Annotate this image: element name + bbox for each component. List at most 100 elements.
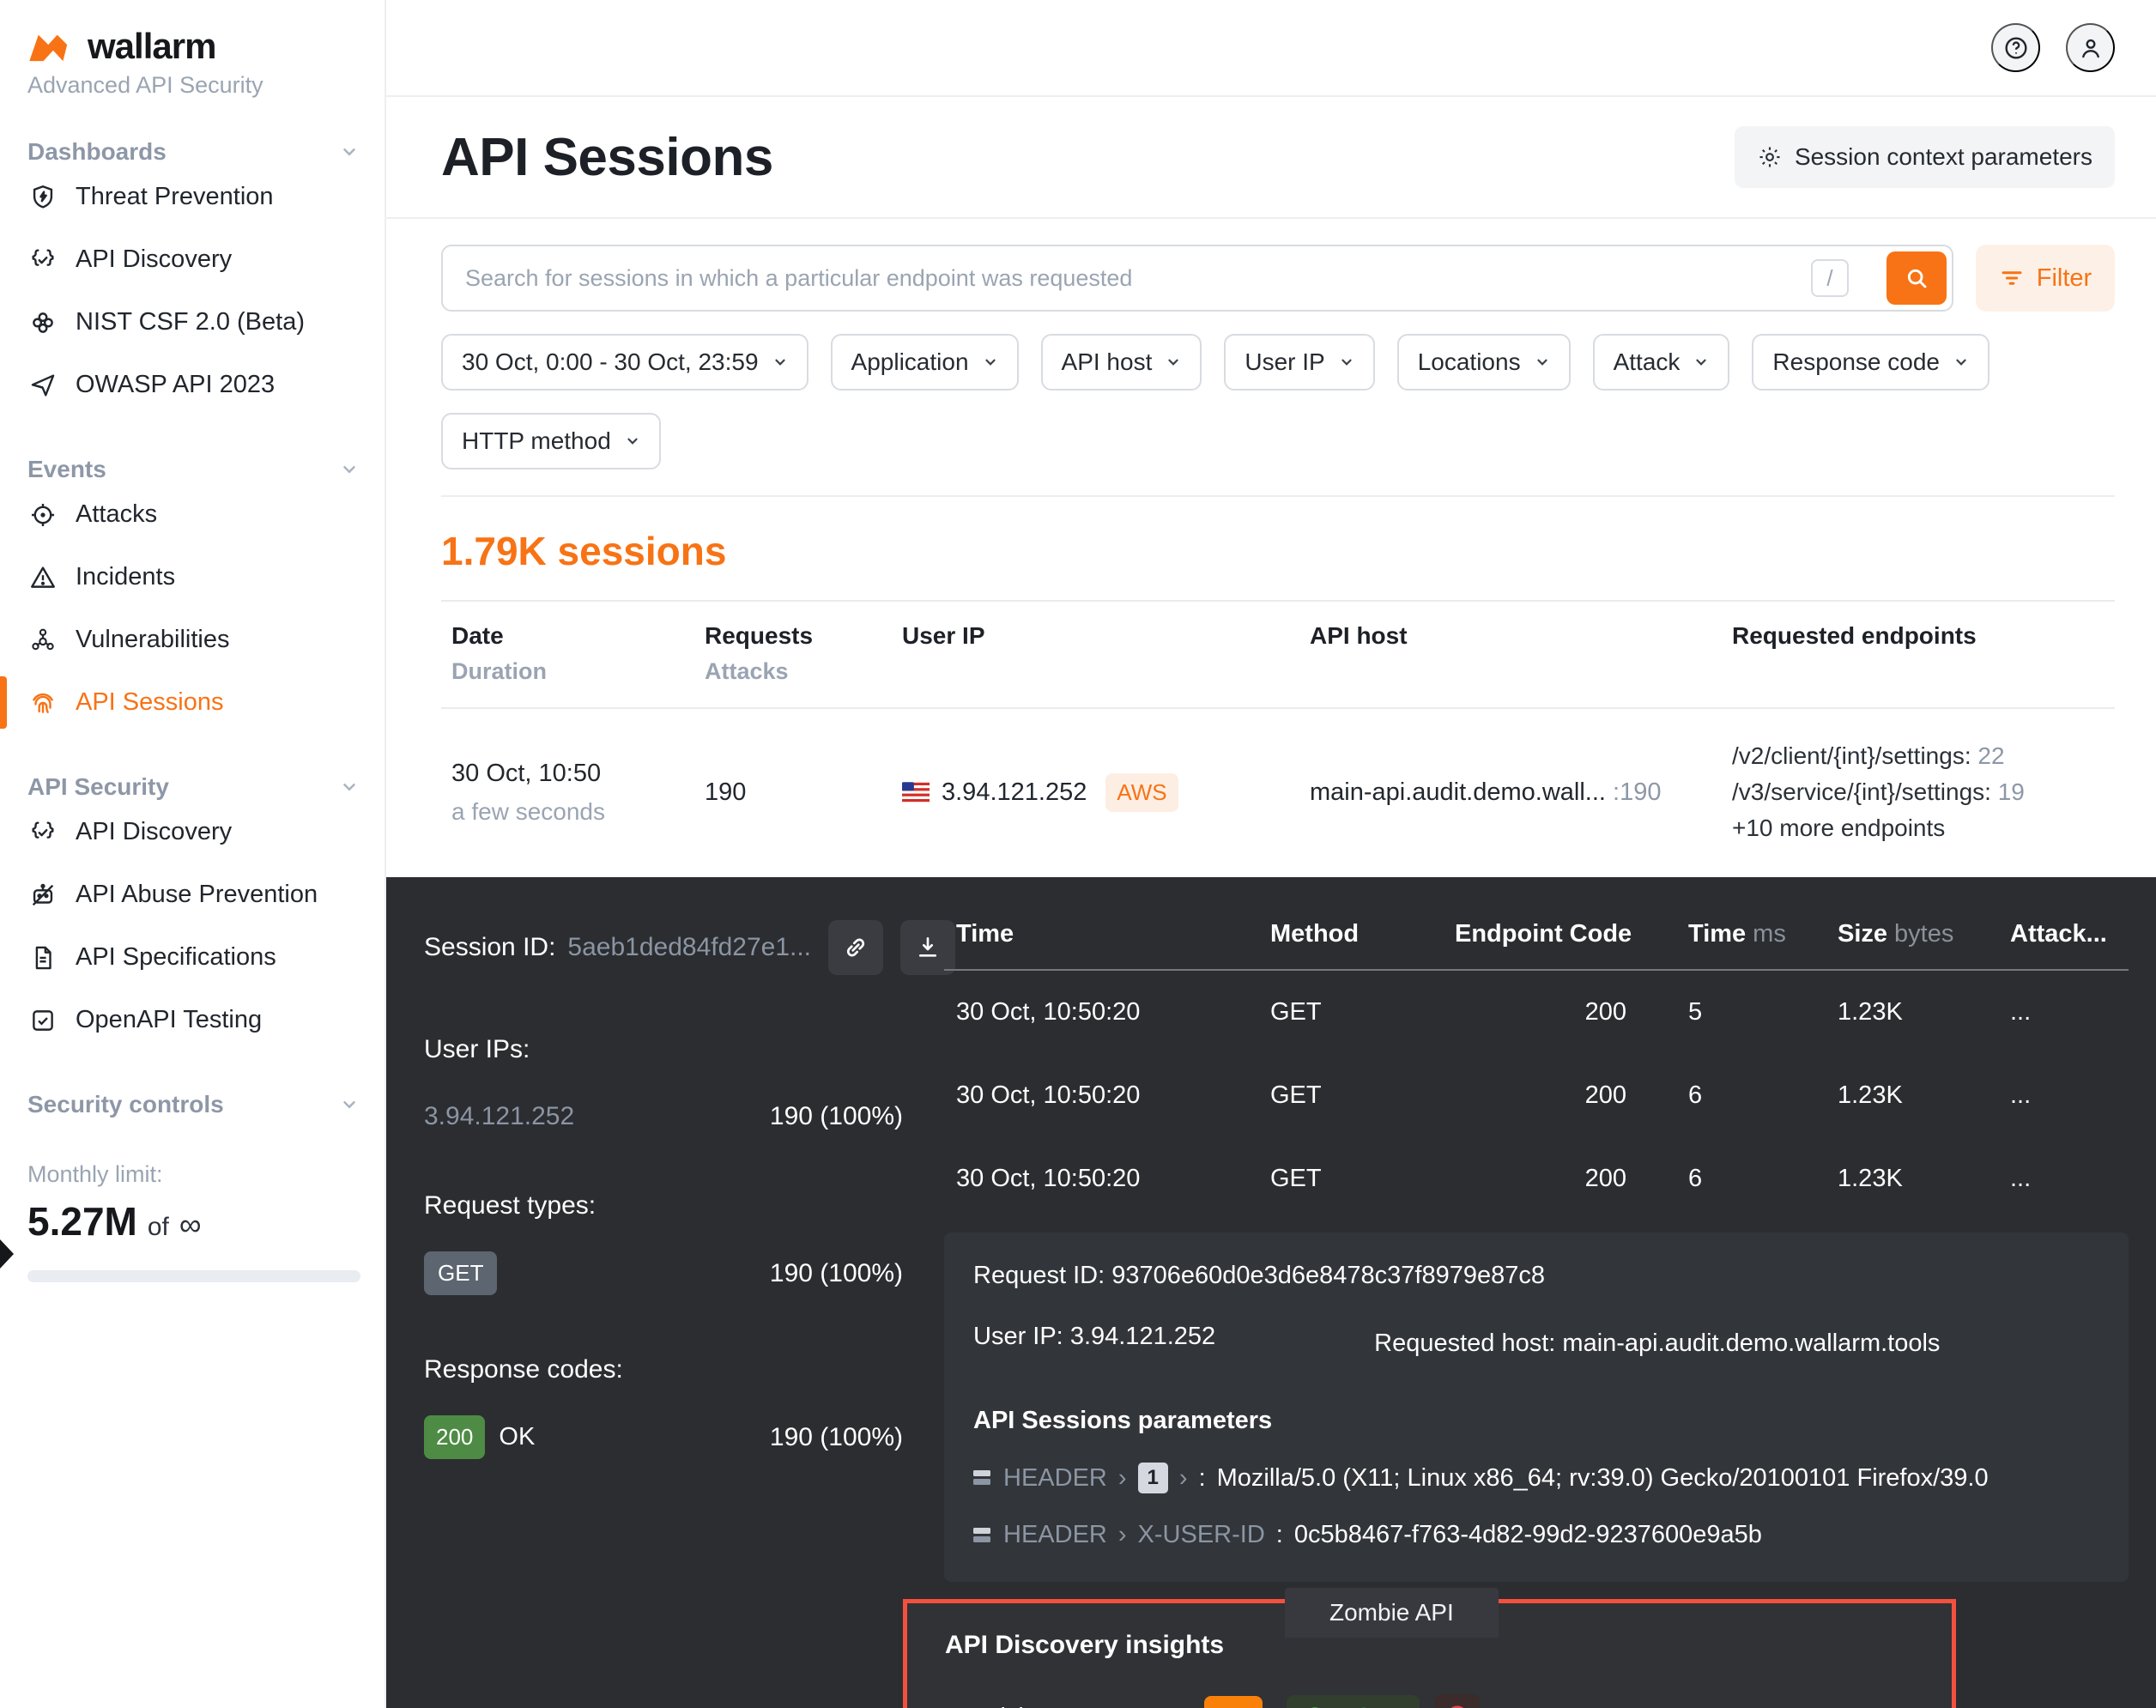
sidebar-section-events[interactable]: Events [27,456,364,483]
col-date: Date [451,622,504,649]
monthly-limit-value: 5.27M [27,1199,137,1244]
sidebar-item-incidents[interactable]: Incidents [27,546,364,609]
zombie-api-risk-button[interactable] [1434,1694,1480,1708]
bola-badge[interactable]: BOLA [1286,1694,1420,1708]
method-badge: GET [424,1251,498,1295]
col-api-host: API host [1310,622,1408,649]
col-size: Size [1838,920,1888,948]
brand-name: wallarm [88,26,216,66]
document-icon [27,942,58,973]
filter-chip-attack[interactable]: Attack [1592,334,1730,391]
col-attacks: Attacks [705,658,789,684]
col-method: Method [1270,920,1360,948]
response-code-share: 190 (100%) [769,1422,903,1451]
requested-host-label: Requested host: [1374,1329,1556,1357]
request-row-expanded[interactable]: 30 Oct, 10:50:20 GET 200 6 1.23K ... [944,1137,2129,1220]
filter-chip-application[interactable]: Application [830,334,1019,391]
slash-shortcut-key: / [1811,259,1849,297]
sidebar-item-api-specifications[interactable]: API Specifications [27,926,364,989]
chevron-down-icon [627,438,638,445]
session-user-ip: 3.94.121.252 [942,778,1087,806]
api-sessions-parameters-title: API Sessions parameters [973,1407,1273,1434]
filter-chips-row-1: 30 Oct, 0:00 - 30 Oct, 23:59 Application… [441,334,2115,391]
col-time: Time [956,920,1014,948]
filter-button[interactable]: Filter [1976,245,2115,312]
sidebar-item-vulnerabilities[interactable]: Vulnerabilities [27,609,364,671]
filter-chip-date-range[interactable]: 30 Oct, 0:00 - 30 Oct, 23:59 [441,334,808,391]
filter-chip-http-method[interactable]: HTTP method [441,413,661,469]
checkbox-icon [27,1005,58,1036]
api-discovery-insights-highlight: Zombie API API Discovery insights API ri… [903,1588,1956,1708]
sidebar-section-dashboards[interactable]: Dashboards [27,138,364,166]
sidebar-item-threat-prevention[interactable]: Threat Prevention [27,166,364,228]
search-button[interactable] [1886,251,1947,305]
endpoints-more-link[interactable]: +10 more endpoints [1732,810,2115,846]
sidebar-item-api-sessions[interactable]: API Sessions [0,671,364,734]
sidebar-item-api-abuse-prevention[interactable]: API Abuse Prevention [27,863,364,926]
sidebar-item-api-discovery[interactable]: API Discovery [27,228,364,291]
search-input[interactable] [441,245,1953,312]
col-time-ms: Time [1688,920,1747,948]
biohazard-icon [27,625,58,656]
session-detail-panel: Session ID: 5aeb1ded84fd27e1... User IPs… [386,877,2156,1708]
chevron-down-icon [343,148,355,156]
brand-logo[interactable]: wallarm [27,26,364,67]
sidebar-item-nist-csf[interactable]: NIST CSF 2.0 (Beta) [27,291,364,354]
status-code-text: OK [499,1423,536,1451]
request-type-share: 190 (100%) [769,1258,903,1287]
filter-icon [2002,271,2022,285]
sidebar-section-api-security[interactable]: API Security [27,773,364,801]
rings-icon [27,307,58,338]
session-date: 30 Oct, 10:50 [451,759,602,787]
param-source: HEADER [1003,1463,1107,1492]
help-button[interactable] [1991,23,2040,72]
endpoint-count: 22 [1977,742,2005,769]
filter-chips-row-2: HTTP method [441,413,2115,469]
param-value: 0c5b8467-f763-4d82-99d2-9237600e9a5b [1293,1521,1762,1548]
param-value: Mozilla/5.0 (X11; Linux x86_64; rv:39.0)… [1216,1463,1989,1492]
api-risks-label: API risks: [945,1704,1204,1708]
sidebar-item-attacks[interactable]: Attacks [27,483,364,546]
filter-chip-response-code[interactable]: Response code [1752,334,1989,391]
copy-link-button[interactable] [828,920,884,975]
paper-plane-icon [27,370,58,401]
session-requests: 190 [705,778,747,806]
request-row[interactable]: 30 Oct, 10:50:20 GET 200 6 1.23K ... [944,1054,2129,1137]
sidebar-section-security-controls[interactable]: Security controls [27,1091,364,1118]
link-icon [846,938,865,957]
user-menu-button[interactable] [2066,23,2115,72]
edge-wedge-icon [0,1239,14,1269]
chevron-down-icon [343,1101,355,1109]
requested-host-value: main-api.audit.demo.wallarm.tools [1562,1329,1941,1357]
requests-table-header: Time Method Endpoint Code Time ms Size byt… [944,896,2129,969]
chevron-down-icon [1956,359,1966,366]
session-id-value: 5aeb1ded84fd27e1... [567,933,812,961]
filter-chip-user-ip[interactable]: User IP [1224,334,1375,391]
monthly-limit-progressbar [27,1270,360,1282]
crosshair-icon [27,500,58,530]
braces-check-icon [27,245,58,276]
us-flag-icon [902,782,930,803]
search-field-wrap: / [441,245,1953,312]
session-api-host: main-api.audit.demo.wall... [1310,778,1606,806]
header-param-icon [973,1470,990,1485]
col-requests: Requests [705,622,814,649]
panel-user-ip[interactable]: 3.94.121.252 [424,1102,574,1131]
session-context-parameters-button[interactable]: Session context parameters [1734,126,2115,188]
session-row[interactable]: 30 Oct, 10:50 a few seconds 190 3.94.121… [441,709,2115,877]
filter-chip-locations[interactable]: Locations [1396,334,1571,391]
monthly-limit-label: Monthly limit: [27,1161,163,1187]
filter-chip-api-host[interactable]: API host [1040,334,1202,391]
sidebar-item-api-discovery-2[interactable]: API Discovery [27,801,364,863]
detail-user-ip-value: 3.94.121.252 [1069,1323,1216,1350]
session-id-label: Session ID: [424,933,556,961]
sidebar-item-openapi-testing[interactable]: OpenAPI Testing [27,989,364,1051]
shield-bolt-icon [27,182,58,213]
chevron-down-icon [774,359,785,366]
sidebar-item-owasp[interactable]: OWASP API 2023 [27,354,364,416]
robot-slash-icon [27,880,58,911]
panel-user-ip-share: 190 (100%) [769,1102,903,1130]
col-user-ip: User IP [902,622,985,649]
request-id-label: Request ID: [973,1262,1105,1289]
request-row[interactable]: 30 Oct, 10:50:20 GET 200 5 1.23K ... [944,971,2129,1054]
